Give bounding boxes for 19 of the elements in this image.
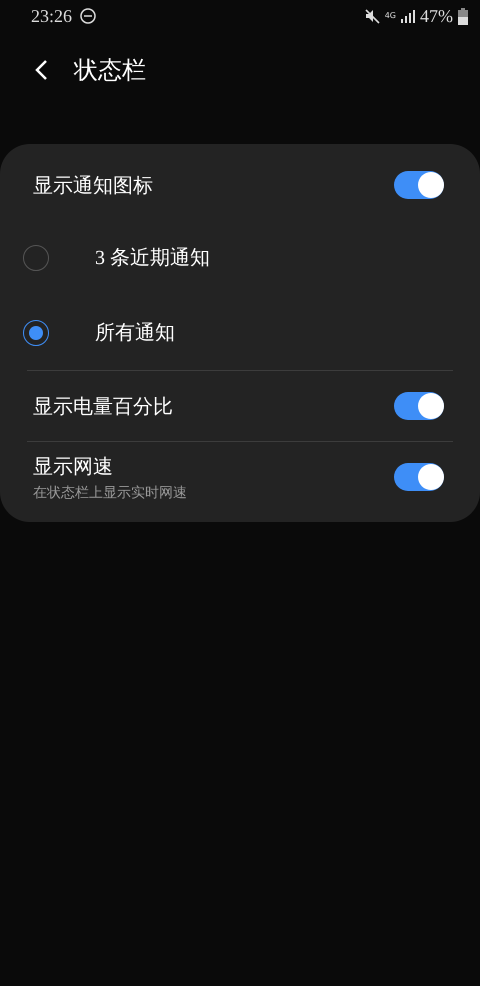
battery-percentage: 47% [420,6,453,26]
setting-description: 在状态栏上显示实时网速 [33,484,188,502]
setting-label: 显示电量百分比 [33,394,174,420]
toggle-switch[interactable] [394,171,444,199]
setting-label: 显示通知图标 [33,174,154,198]
signal-icon [401,9,415,23]
radio-label: 所有通知 [95,321,175,346]
network-type: 4G [384,12,396,20]
toggle-switch[interactable] [394,463,444,491]
clock: 23:26 [31,6,72,26]
mute-icon [364,8,380,24]
radio-button[interactable] [23,244,49,270]
toggle-switch[interactable] [394,392,444,420]
radio-label: 3 条近期通知 [95,246,210,271]
battery-icon [458,8,468,24]
do-not-disturb-icon [80,8,96,24]
setting-label: 显示网速 [33,454,114,480]
page-title: 状态栏 [74,57,146,86]
radio-button[interactable] [23,320,49,346]
